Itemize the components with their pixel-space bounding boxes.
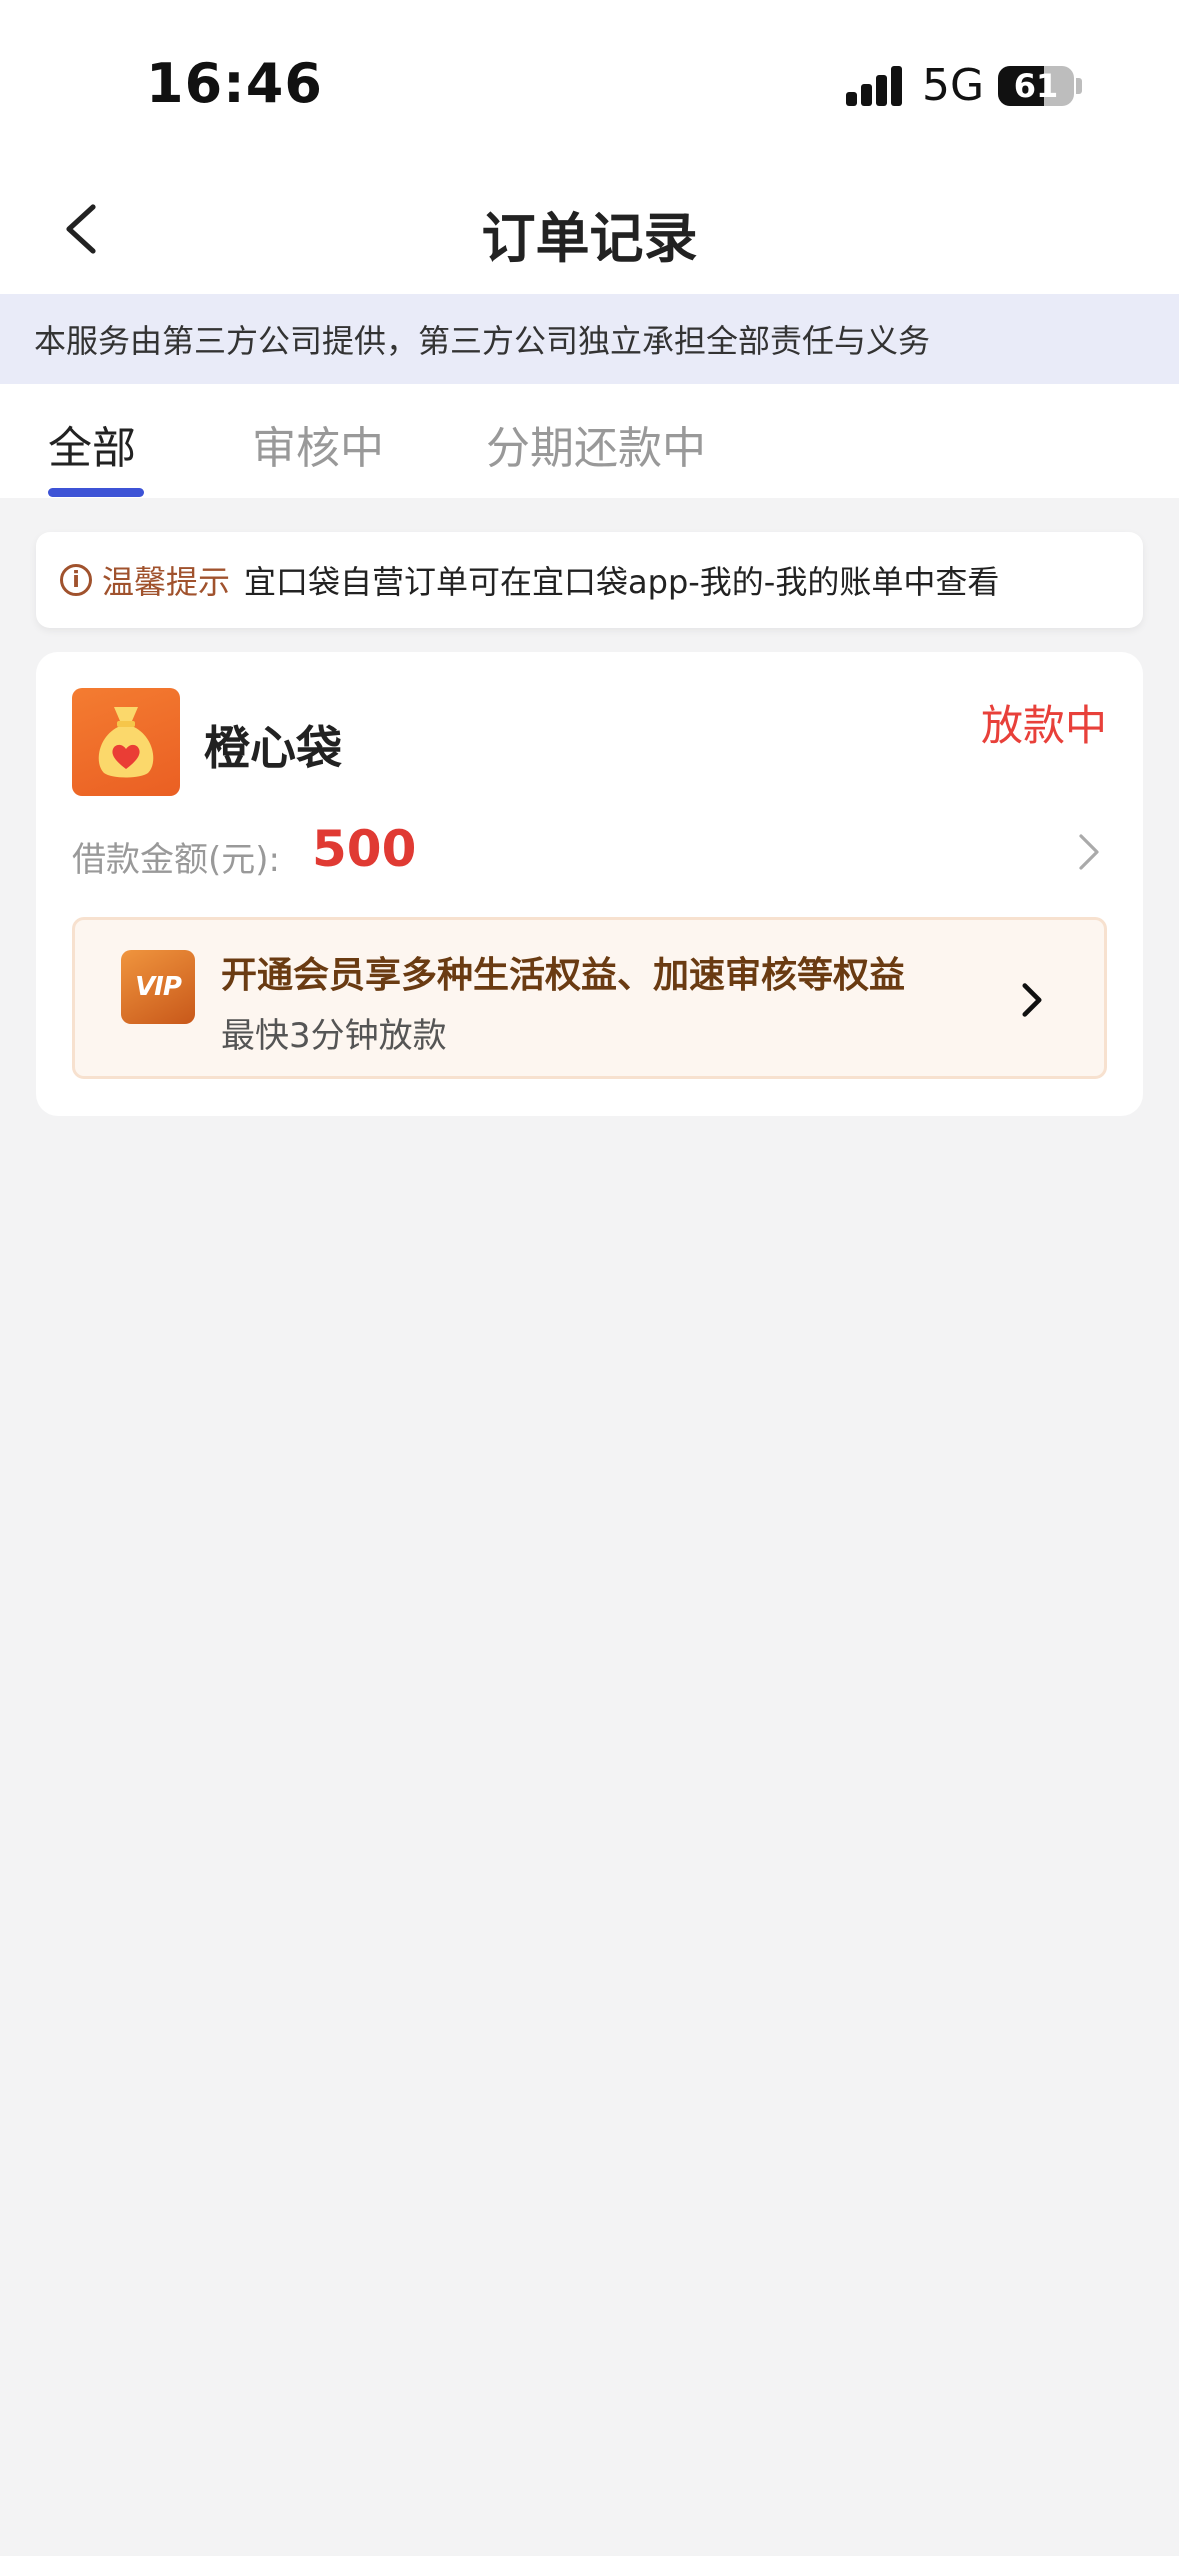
network-type: 5G xyxy=(922,60,985,111)
vip-title: 开通会员享多种生活权益、加速审核等权益 xyxy=(221,955,906,996)
nav-bar: 订单记录 xyxy=(0,170,1179,294)
chevron-right-icon xyxy=(1079,834,1099,870)
tab-installment-repaying[interactable]: 分期还款中 xyxy=(486,412,706,476)
status-bar: 16:46 5G 61 xyxy=(0,0,1179,170)
app-logo xyxy=(72,688,180,796)
chevron-right-icon xyxy=(1022,983,1042,1017)
info-icon: i xyxy=(60,564,92,596)
active-tab-indicator xyxy=(48,488,144,497)
tab-under-review[interactable]: 审核中 xyxy=(252,412,384,476)
loan-amount-value: 500 xyxy=(312,820,417,878)
order-status: 放款中 xyxy=(980,701,1107,750)
tip-label: 温馨提示 xyxy=(102,563,231,601)
order-records-page: 16:46 5G 61 订单记录 本服务由第三方公司提供，第三方公司独立承担全部… xyxy=(0,0,1179,2556)
order-card[interactable]: 橙心袋 放款中 借款金额(元): 500 VIP 开通会员享多种生活权益、加速审… xyxy=(36,652,1143,1116)
order-detail-chevron[interactable] xyxy=(1075,832,1111,876)
disclaimer-text: 本服务由第三方公司提供，第三方公司独立承担全部责任与义务 xyxy=(34,322,931,360)
page-title: 订单记录 xyxy=(481,207,698,270)
vip-promo-banner[interactable]: VIP 开通会员享多种生活权益、加速审核等权益 最快3分钟放款 xyxy=(72,917,1107,1079)
battery-level: 61 xyxy=(1013,67,1059,105)
vip-icon: VIP xyxy=(121,950,195,1024)
tab-all[interactable]: 全部 xyxy=(48,412,136,476)
status-time: 16:46 xyxy=(146,52,323,115)
battery-cap xyxy=(1076,78,1082,94)
signal-icon xyxy=(846,64,904,106)
warm-tip-banner: i 温馨提示 宜口袋自营订单可在宜口袋app-我的-我的账单中查看 xyxy=(36,532,1143,628)
loan-amount-label: 借款金额(元): xyxy=(72,840,280,880)
vip-chevron-right-icon[interactable] xyxy=(1012,970,1052,1030)
order-tabs: 全部 审核中 分期还款中 xyxy=(0,384,1179,498)
battery-icon: 61 xyxy=(998,66,1074,106)
tip-text: 宜口袋自营订单可在宜口袋app-我的-我的账单中查看 xyxy=(244,563,1000,601)
app-name: 橙心袋 xyxy=(204,721,342,775)
money-bag-heart-icon xyxy=(98,707,154,778)
vip-subtitle: 最快3分钟放款 xyxy=(221,1016,447,1056)
service-disclaimer: 本服务由第三方公司提供，第三方公司独立承担全部责任与义务 xyxy=(0,294,1179,384)
